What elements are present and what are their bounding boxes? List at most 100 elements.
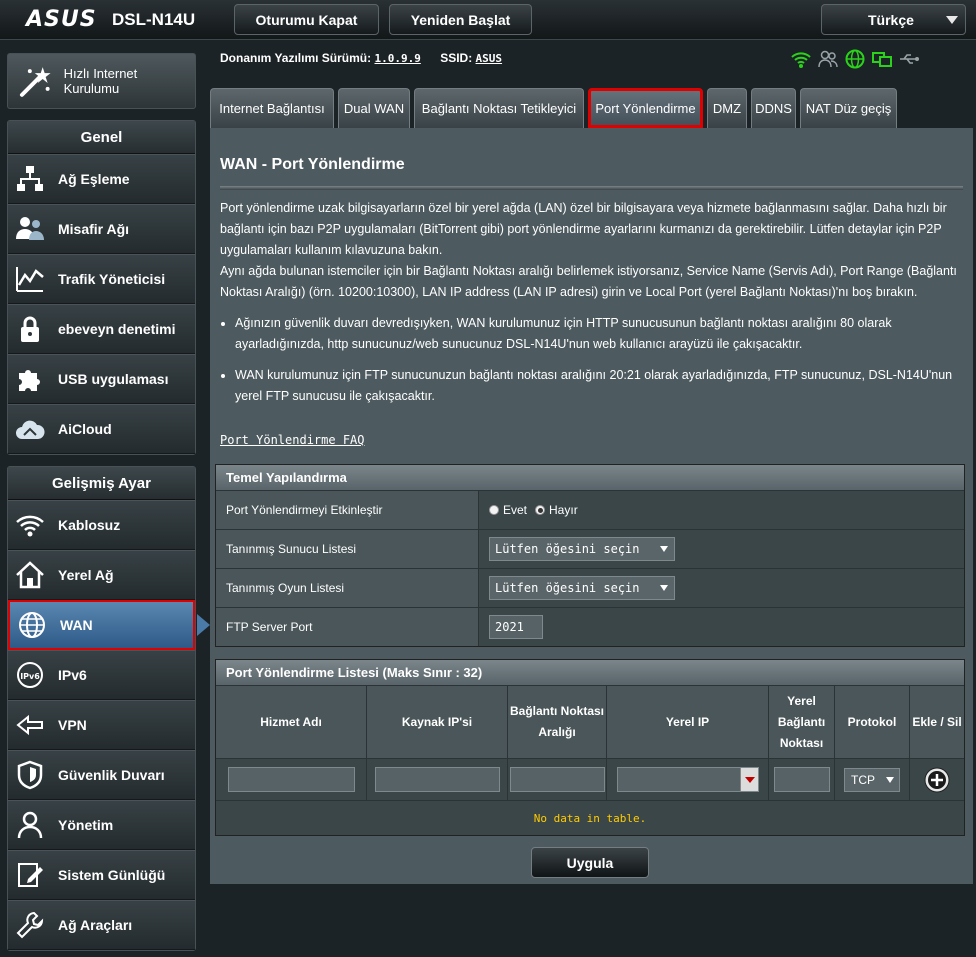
add-icon[interactable]	[924, 767, 950, 793]
description-para-1: Port yönlendirme uzak bilgisayarların öz…	[220, 201, 947, 257]
source-ip-input[interactable]	[374, 767, 500, 792]
tab-ddns[interactable]: DDNS	[751, 88, 796, 128]
enable-row: Port Yönlendirmeyi Etkinleştir Evet Hayı…	[216, 490, 964, 529]
sidebar-item-label: Misafir Ağı	[58, 221, 130, 237]
home-icon	[16, 561, 44, 589]
basic-config-table: Temel Yapılandırma Port Yönlendirmeyi Et…	[215, 464, 965, 647]
chevron-down-icon	[660, 585, 668, 591]
col-port-range: Bağlantı Noktası Aralığı	[508, 686, 607, 758]
sidebar-item-firewall[interactable]: Güvenlik Duvarı	[8, 750, 195, 800]
sidebar-item-system-log[interactable]: Sistem Günlüğü	[8, 850, 195, 900]
sidebar-item-label: WAN	[60, 617, 93, 633]
server-list-value: Lütfen öğesini seçin	[479, 530, 964, 568]
tab-dual-wan[interactable]: Dual WAN	[338, 88, 410, 128]
port-list-header: Port Yönlendirme Listesi (Maks Sınır : 3…	[216, 660, 964, 685]
col-add-delete: Ekle / Sil	[910, 686, 964, 758]
radio-no[interactable]	[535, 505, 546, 515]
reboot-button[interactable]: Yeniden Başlat	[389, 4, 532, 35]
game-list-value: Lütfen öğesini seçin	[479, 569, 964, 607]
description: Port yönlendirme uzak bilgisayarların öz…	[220, 198, 965, 417]
port-range-input[interactable]	[509, 767, 605, 792]
ftp-port-label: FTP Server Port	[216, 608, 479, 646]
radio-yes-label: Evet	[503, 503, 528, 517]
internet-status-icon[interactable]	[844, 48, 866, 70]
tab-internet-connection[interactable]: Internet Bağlantısı	[210, 88, 334, 128]
language-select[interactable]: Türkçe	[821, 4, 966, 35]
note-ftp-conflict: WAN kurulumunuz için FTP sunucunuzun bağ…	[235, 365, 965, 407]
sidebar-item-label: Sistem Günlüğü	[58, 867, 166, 883]
quick-internet-setup[interactable]: Hızlı Internet Kurulumu	[7, 53, 196, 109]
game-list-select[interactable]: Lütfen öğesini seçin	[489, 576, 675, 600]
col-service-name: Hizmet Adı	[216, 686, 367, 758]
ftp-port-input[interactable]: 2021	[489, 615, 543, 639]
server-list-label: Tanınmış Sunucu Listesi	[216, 530, 479, 568]
notes-list: Ağınızın güvenlik duvarı devredışıyken, …	[220, 313, 965, 407]
globe-icon	[19, 612, 45, 638]
wrench-icon	[16, 911, 44, 939]
sidebar-item-label: IPv6	[58, 667, 87, 683]
sidebar-item-wan[interactable]: WAN	[8, 600, 210, 650]
sidebar-item-lan[interactable]: Yerel Ağ	[8, 550, 195, 600]
radio-no-label: Hayır	[549, 503, 578, 517]
sidebar-item-aicloud[interactable]: AiCloud	[8, 404, 195, 454]
sidebar-item-vpn[interactable]: VPN	[8, 700, 195, 750]
port-list-table: Port Yönlendirme Listesi (Maks Sınır : 3…	[215, 659, 965, 836]
page-title: WAN - Port Yönlendirme	[220, 156, 405, 173]
dropdown-arrow-icon[interactable]	[739, 768, 758, 791]
sidebar-item-usb-app[interactable]: USB uygulaması	[8, 354, 195, 404]
service-name-input[interactable]	[227, 767, 355, 792]
dsl-status-icon[interactable]	[871, 48, 893, 70]
ftp-port-value: 2021	[479, 608, 964, 646]
chevron-down-icon	[660, 546, 668, 552]
sidebar-item-guest-network[interactable]: Misafir Ağı	[8, 204, 195, 254]
tab-port-forwarding[interactable]: Port Yönlendirme	[588, 88, 703, 128]
sidebar-item-wireless[interactable]: Kablosuz	[8, 500, 195, 550]
tab-dmz[interactable]: DMZ	[707, 88, 747, 128]
sidebar-item-label: Kablosuz	[58, 517, 121, 533]
sidebar-item-network-tools[interactable]: Ağ Araçları	[8, 900, 195, 950]
sidebar-item-network-map[interactable]: Ağ Eşleme	[8, 154, 195, 204]
faq-link[interactable]: Port Yönlendirme FAQ	[220, 433, 365, 447]
sidebar-item-label: Ağ Eşleme	[58, 171, 130, 187]
ssid-link[interactable]: ASUS	[476, 52, 503, 65]
network-map-icon	[17, 166, 43, 191]
usb-status-icon[interactable]	[898, 48, 920, 70]
logout-button[interactable]: Oturumu Kapat	[234, 4, 379, 35]
vpn-icon	[16, 714, 43, 736]
game-list-row: Tanınmış Oyun Listesi Lütfen öğesini seç…	[216, 568, 964, 607]
sidebar-item-administration[interactable]: Yönetim	[8, 800, 195, 850]
sidebar-item-label: Yerel Ağ	[58, 567, 114, 583]
sidebar-item-ipv6[interactable]: IPv6 IPv6	[8, 650, 195, 700]
firmware-label: Donanım Yazılımı Sürümü:	[220, 51, 372, 65]
sidebar-item-label: AiCloud	[58, 421, 112, 437]
tab-nat-passthrough[interactable]: NAT Düz geçiş	[800, 88, 897, 128]
wifi-icon	[16, 515, 44, 537]
wifi-status-icon[interactable]	[790, 48, 812, 70]
title-divider	[220, 186, 963, 190]
local-ip-input[interactable]	[616, 767, 759, 792]
apply-button[interactable]: Uygula	[531, 847, 649, 878]
empty-table-message: No data in table.	[216, 800, 964, 835]
server-list-selected: Lütfen öğesini seçin	[495, 542, 640, 556]
firmware-version-link[interactable]: 1.0.9.9	[374, 52, 420, 65]
local-port-input[interactable]	[773, 767, 830, 792]
model-name: DSL-N14U	[112, 10, 196, 29]
cloud-home-icon	[16, 420, 45, 439]
firmware-info: Donanım Yazılımı Sürümü: 1.0.9.9 SSID: A…	[220, 51, 502, 65]
language-label: Türkçe	[868, 11, 914, 28]
admin-user-icon	[17, 811, 43, 839]
sidebar-item-traffic-manager[interactable]: Trafik Yöneticisi	[8, 254, 195, 304]
sidebar-item-parental-control[interactable]: ebeveyn denetimi	[8, 304, 195, 354]
lock-icon	[21, 316, 39, 342]
protocol-select[interactable]: TCP	[844, 767, 900, 792]
radio-yes[interactable]	[489, 505, 499, 515]
server-list-select[interactable]: Lütfen öğesini seçin	[489, 537, 675, 561]
ssid-label: SSID:	[440, 51, 473, 65]
sidebar-item-label: Ağ Araçları	[58, 917, 133, 933]
tab-bar: Internet Bağlantısı Dual WAN Bağlantı No…	[210, 88, 901, 128]
tab-port-trigger[interactable]: Bağlantı Noktası Tetikleyici	[414, 88, 584, 128]
chevron-down-icon	[946, 16, 958, 24]
chevron-down-icon	[886, 776, 894, 783]
clients-status-icon[interactable]	[817, 48, 839, 70]
ipv6-icon: IPv6	[17, 662, 43, 688]
